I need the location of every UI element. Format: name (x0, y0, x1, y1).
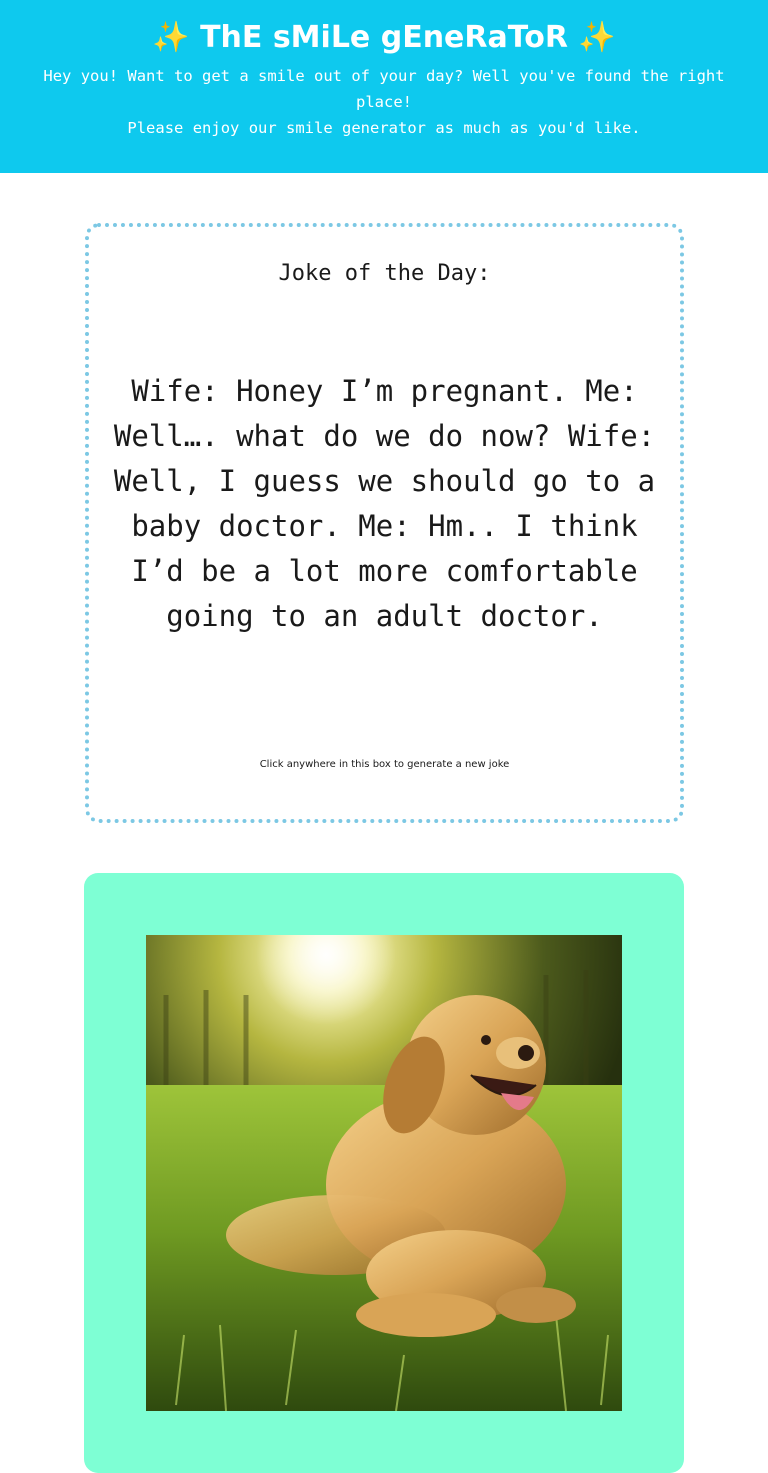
joke-hint: Click anywhere in this box to generate a… (259, 759, 510, 770)
sparkles-icon: ✨ (152, 20, 190, 55)
page-header: ✨ ThE sMiLe gEneRaToR ✨ Hey you! Want to… (0, 0, 768, 173)
dog-photo (146, 935, 622, 1411)
joke-box[interactable]: Joke of the Day: Wife: Honey I’m pregnan… (85, 223, 684, 823)
page-subtitle: Hey you! Want to get a smile out of your… (30, 63, 738, 141)
image-card (84, 873, 684, 1473)
page-title: ✨ ThE sMiLe gEneRaToR ✨ (0, 18, 768, 58)
joke-text: Wife: Honey I’m pregnant. Me: Well…. wha… (113, 374, 656, 633)
sparkles-icon: ✨ (578, 20, 616, 55)
joke-heading: Joke of the Day: (278, 261, 491, 286)
page-title-text: ThE sMiLe gEneRaToR (200, 20, 568, 55)
subtitle-line: Please enjoy our smile generator as much… (127, 119, 641, 137)
subtitle-line: Hey you! Want to get a smile out of your… (43, 67, 725, 111)
